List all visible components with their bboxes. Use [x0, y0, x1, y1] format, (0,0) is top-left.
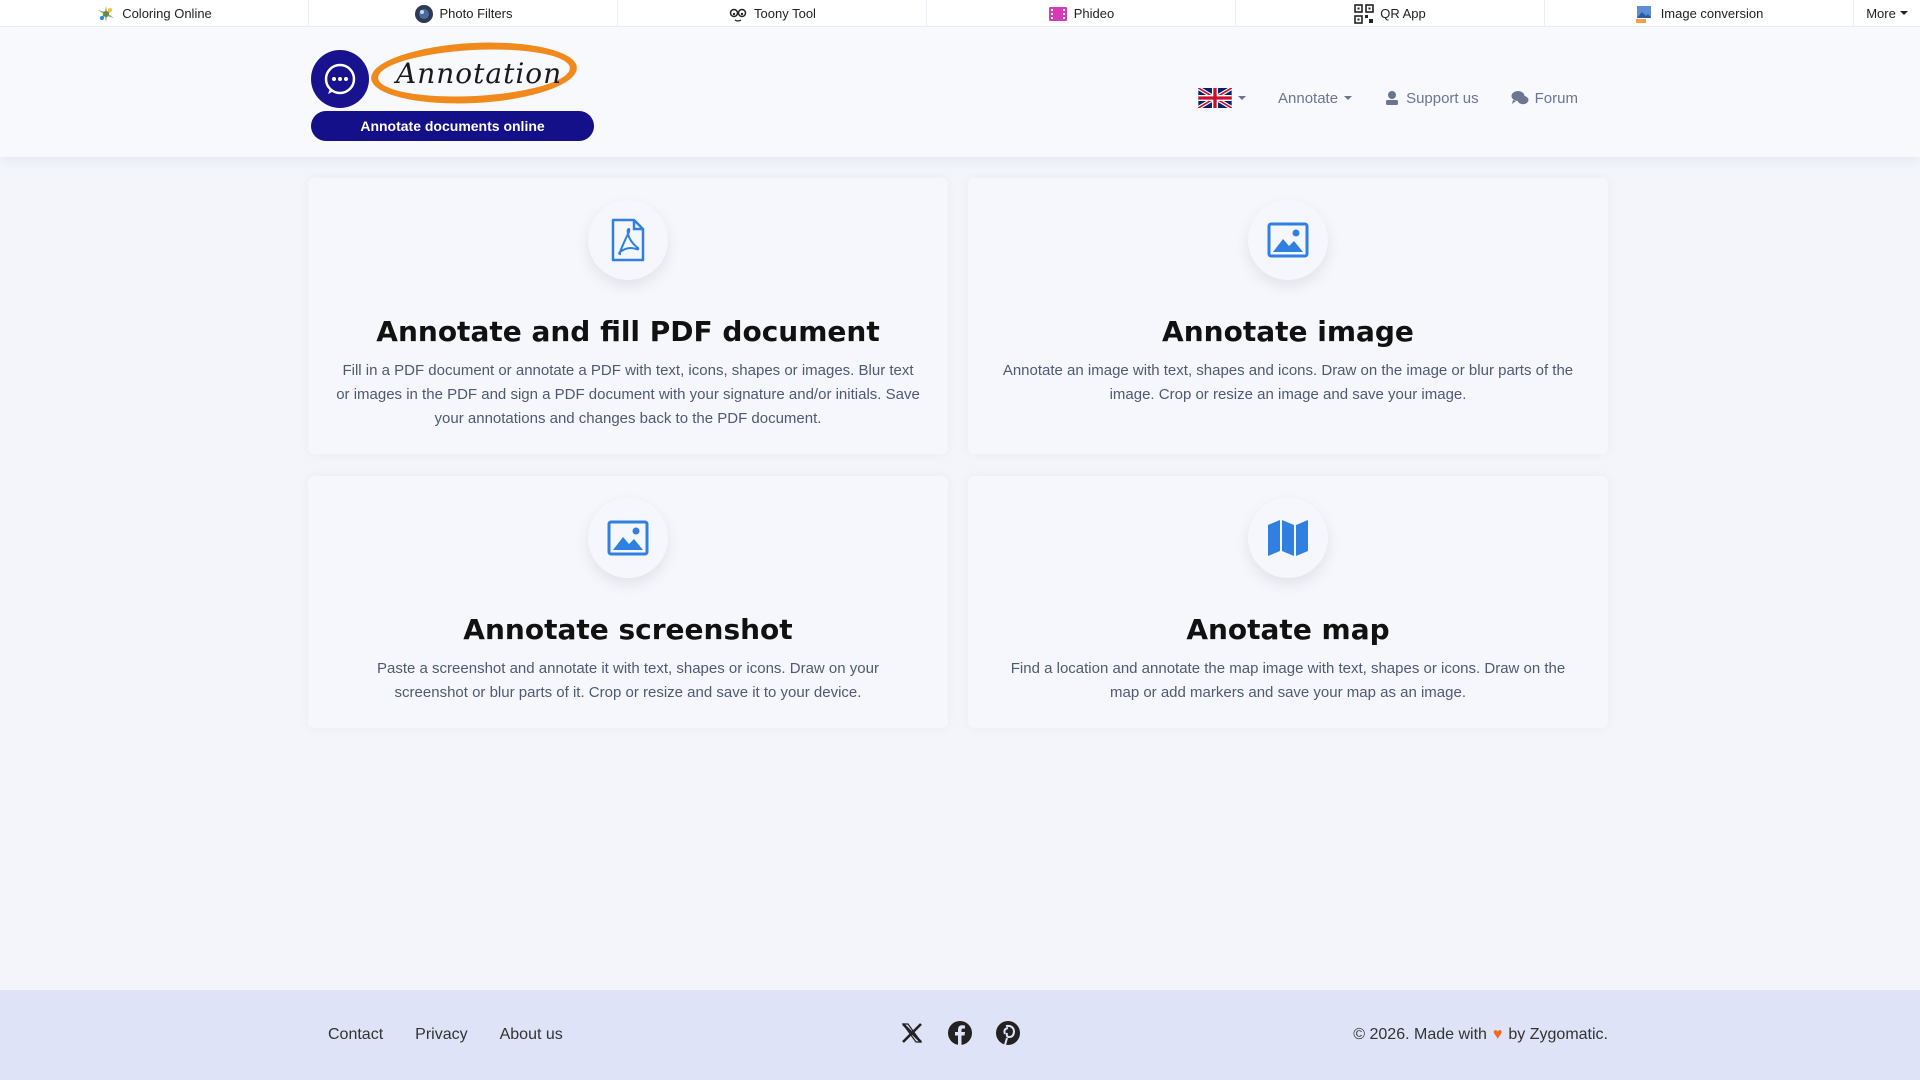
app-link-toony-tool[interactable]: Toony Tool [618, 0, 927, 27]
apps-bar: Coloring Online Photo Filters Toony Tool… [0, 0, 1920, 27]
language-selector[interactable] [1198, 88, 1246, 108]
image-icon [1267, 222, 1309, 258]
app-link-image-conversion[interactable]: Image conversion [1545, 0, 1854, 27]
card-title: Annotate image [1162, 315, 1414, 348]
logo-tagline: Annotate documents online [311, 111, 594, 141]
site-header: Annotation Annotate documents online Ann… [0, 27, 1920, 157]
support-label: Support us [1406, 89, 1479, 107]
card-icon-wrap [1248, 200, 1328, 280]
chat-bubble-logo-icon [311, 50, 369, 108]
app-link-coloring-online[interactable]: Coloring Online [0, 0, 309, 27]
logo-word: Annotation [396, 57, 563, 90]
site-logo[interactable]: Annotation Annotate documents online [311, 37, 596, 143]
screenshot-icon [607, 520, 649, 556]
site-footer: Contact Privacy About us © 2026. Made wi… [0, 990, 1920, 1080]
card-description: Paste a screenshot and annotate it with … [377, 660, 879, 701]
more-apps-dropdown[interactable]: More [1854, 0, 1920, 26]
card-annotate-screenshot[interactable]: Annotate screenshot Paste a screenshot a… [308, 476, 948, 728]
app-label: Photo Filters [439, 6, 513, 21]
app-label: Coloring Online [122, 6, 212, 21]
film-icon [1048, 6, 1067, 21]
facebook-icon[interactable] [947, 1020, 973, 1046]
toony-face-icon [729, 8, 747, 22]
card-icon-wrap [588, 498, 668, 578]
map-icon [1268, 520, 1308, 556]
support-us-link[interactable]: Support us [1384, 90, 1479, 107]
card-description: Find a location and annotate the map ima… [1010, 660, 1566, 701]
card-description: Fill in a PDF document or annotate a PDF… [336, 362, 920, 427]
social-links [899, 1020, 1021, 1046]
card-description: Annotate an image with text, shapes and … [1002, 362, 1574, 403]
app-label: Phideo [1073, 6, 1115, 21]
copyright-prefix: © 2026. Made with [1353, 1026, 1487, 1043]
card-annotate-pdf[interactable]: Annotate and fill PDF document Fill in a… [308, 178, 948, 454]
camera-lens-icon [414, 4, 433, 23]
card-annotate-map[interactable]: Anotate map Find a location and annotate… [968, 476, 1608, 728]
app-link-phideo[interactable]: Phideo [927, 0, 1236, 27]
uk-flag-icon [1198, 88, 1232, 108]
x-icon[interactable] [899, 1020, 925, 1046]
forum-label: Forum [1534, 89, 1578, 107]
qr-code-icon [1354, 3, 1375, 24]
coloring-icon [98, 5, 115, 22]
app-label: Image conversion [1660, 6, 1764, 21]
app-link-qr-app[interactable]: QR App [1236, 0, 1545, 27]
comments-icon [1511, 91, 1529, 105]
app-link-photo-filters[interactable]: Photo Filters [309, 0, 618, 27]
card-title: Annotate screenshot [463, 613, 793, 646]
heart-icon: ♥ [1492, 1026, 1503, 1043]
footer-link-contact[interactable]: Contact [328, 1026, 383, 1044]
app-label: Toony Tool [754, 6, 816, 21]
card-icon-wrap [588, 200, 668, 280]
copyright-suffix[interactable]: by Zygomatic. [1508, 1026, 1608, 1044]
chevron-down-icon [1344, 96, 1353, 100]
donate-hand-icon [1386, 91, 1399, 105]
annotate-label: Annotate [1278, 89, 1339, 107]
image-convert-icon [1635, 5, 1651, 23]
chevron-down-icon [1899, 11, 1908, 15]
card-annotate-image[interactable]: Annotate image Annotate an image with te… [968, 178, 1608, 454]
card-icon-wrap [1248, 498, 1328, 578]
footer-link-privacy[interactable]: Privacy [415, 1026, 467, 1044]
card-title: Anotate map [1186, 613, 1390, 646]
pinterest-icon[interactable] [995, 1020, 1021, 1046]
footer-links: Contact Privacy About us [328, 1026, 563, 1044]
app-label: QR App [1380, 6, 1426, 21]
more-label: More [1866, 5, 1896, 21]
card-title: Annotate and fill PDF document [376, 315, 880, 348]
annotate-dropdown[interactable]: Annotate [1278, 89, 1353, 107]
footer-link-about-us[interactable]: About us [500, 1026, 563, 1044]
pdf-file-icon [611, 218, 645, 262]
chevron-down-icon [1238, 96, 1246, 100]
forum-link[interactable]: Forum [1511, 90, 1578, 107]
main-nav: Annotate Support us Forum [1198, 83, 1610, 113]
copyright: © 2026. Made with ♥ by Zygomatic. [1353, 1026, 1608, 1044]
